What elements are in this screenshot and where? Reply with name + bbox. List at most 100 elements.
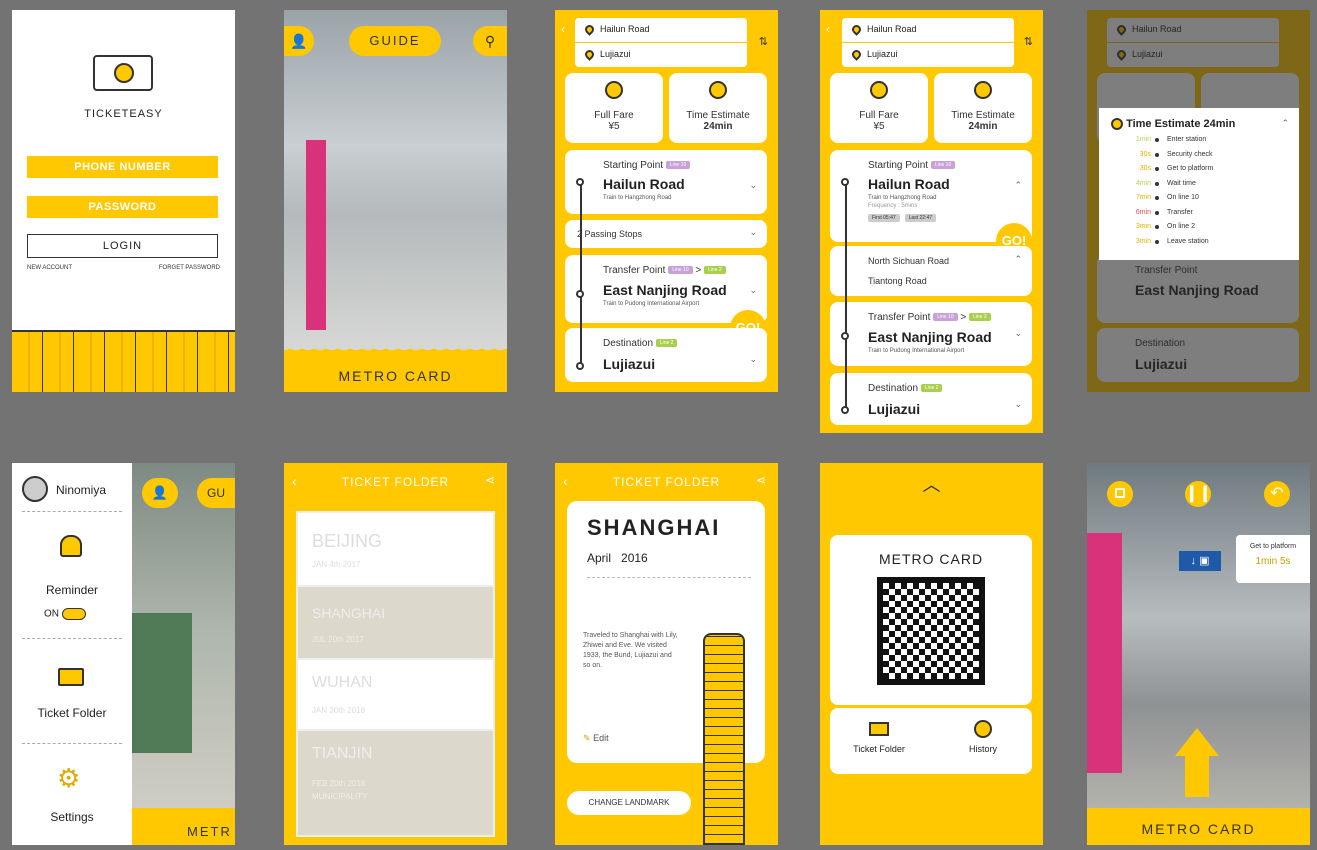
metro-card-screen: ︿ METRO CARD Ticket Folder History [820, 463, 1043, 845]
pin-icon [583, 23, 596, 36]
direction-hint: Get to platform 1min 5s [1236, 535, 1310, 583]
phone-number-field[interactable]: PHONE NUMBER [27, 156, 218, 178]
side-menu: Ninomiya Reminder ON Ticket Folder ⚙ Set… [12, 463, 132, 845]
user-icon: 👤 [290, 33, 308, 49]
ticket-card[interactable]: TIANJIN FEB 20th 2016 MUNICIPALITY [296, 729, 495, 837]
metro-card-footer[interactable]: METR [187, 824, 232, 839]
menu-item-settings[interactable]: Settings [12, 810, 132, 824]
back-icon[interactable]: ‹ [826, 22, 830, 36]
step-label: Wait time [1167, 179, 1196, 187]
pencil-icon: ✎ [583, 733, 591, 743]
metro-card-title: METRO CARD [878, 551, 984, 567]
step-dot [1155, 225, 1159, 229]
platform-sign: ↓ ▣ [1179, 551, 1221, 571]
menu-screen: 👤 GU METR Ninomiya Reminder ON Ticket Fo… [12, 463, 235, 845]
fare-card: Full Fare ¥5 [830, 73, 928, 143]
step-label: Security check [1167, 150, 1213, 158]
username[interactable]: Ninomiya [56, 483, 106, 497]
ticket-folder-button[interactable]: Ticket Folder [844, 722, 914, 754]
forget-password-link[interactable]: FORGET PASSWORD [159, 265, 220, 271]
timeline-step: 7min On line 10 [1111, 194, 1291, 208]
pin-icon [850, 23, 863, 36]
timeline-step: 1min Enter station [1111, 136, 1291, 150]
return-arrow-icon: ↶ [1270, 485, 1284, 502]
new-account-link[interactable]: NEW ACCOUNT [27, 265, 72, 271]
transfer-point-card[interactable]: Transfer Point Line 10 > Line 2 East Nan… [830, 302, 1032, 366]
from-input[interactable]: Hailun Road [842, 18, 1014, 42]
clock-icon [974, 720, 992, 738]
starting-point-card[interactable]: Starting Point Line 10 Hailun Road Train… [565, 150, 767, 214]
yen-coin-icon [870, 81, 888, 99]
passing-stops-card[interactable]: 2 Passing Stops ⌄ [565, 220, 767, 248]
passing-stops-card[interactable]: North Sichuan Road Tiantong Road ⌃ [830, 246, 1032, 296]
share-icon[interactable]: ⋖ [485, 473, 495, 487]
ticket-icon [58, 668, 84, 686]
destination-card[interactable]: Destination Line 2 Lujiazui ⌄ [565, 328, 767, 382]
note-text: Traveled to Shanghai with Lily, Zhiwei a… [583, 632, 678, 669]
swap-icon[interactable]: ⇅ [759, 35, 768, 48]
stopwatch-icon [709, 81, 727, 99]
step-dot [1155, 152, 1159, 157]
password-field[interactable]: PASSWORD [27, 196, 218, 218]
city-title: SHANGHAI [587, 515, 721, 540]
date-text: April 2016 [587, 551, 648, 565]
ticket-logo-icon [93, 55, 153, 91]
time-estimate-card[interactable]: Time Estimate 24min [669, 73, 767, 143]
chevron-up-icon[interactable]: ︿ [820, 471, 1043, 497]
back-icon[interactable]: ‹ [561, 22, 565, 36]
step-duration: 1min [1135, 136, 1151, 143]
swap-icon[interactable]: ⇅ [1024, 35, 1033, 48]
time-estimate-card[interactable]: Time Estimate 24min [934, 73, 1032, 143]
ticket-icon [869, 722, 889, 736]
to-input[interactable]: Lujiazui [575, 43, 747, 67]
to-input[interactable]: Lujiazui [842, 43, 1014, 67]
timeline-step: 4min Wait time [1111, 180, 1291, 194]
step-duration: 30s [1139, 150, 1151, 158]
profile-button[interactable]: 👤 [142, 478, 178, 508]
destination-card[interactable]: Destination Line 2 Lujiazui ⌄ [830, 373, 1032, 425]
history-button[interactable]: History [948, 720, 1018, 754]
avatar[interactable] [22, 476, 48, 502]
step-label: On line 10 [1167, 194, 1199, 201]
metro-card-footer[interactable]: METRO CARD [1087, 821, 1310, 837]
step-duration: 30s [1139, 165, 1151, 172]
step-dot [1155, 138, 1159, 142]
ticket-card[interactable]: BEIJING JAN 4th 2017 [296, 511, 495, 596]
timeline-step: 3min On line 2 [1111, 223, 1291, 237]
stopwatch-icon [1111, 118, 1123, 131]
step-label: Enter station [1167, 136, 1207, 143]
folder-title: TICKET FOLDER [612, 475, 721, 489]
guide-title[interactable]: GUIDE [349, 26, 441, 56]
guide-partial[interactable]: GU [197, 478, 235, 508]
change-landmark-button[interactable]: CHANGE LANDMARK [567, 791, 691, 815]
fare-card: Full Fare ¥5 [565, 73, 663, 143]
gear-icon: ⚙ [57, 763, 81, 793]
collapse-chevron-icon[interactable]: ⌃ [1281, 118, 1289, 129]
step-duration: 6min [1135, 208, 1151, 216]
back-button[interactable]: ↶ [1264, 481, 1290, 507]
toggle-icon [61, 608, 86, 620]
qr-code[interactable] [877, 577, 985, 685]
card-actions: Ticket Folder History [830, 708, 1032, 774]
login-button[interactable]: LOGIN [27, 234, 218, 258]
share-icon[interactable]: ⋖ [756, 473, 766, 487]
menu-item-ticket-folder[interactable]: Ticket Folder [12, 706, 132, 720]
route-expanded-screen: ‹ Hailun Road Lujiazui ⇅ Full Fare ¥5 Ti… [820, 10, 1043, 433]
reminder-toggle[interactable]: ON [44, 608, 86, 620]
ar-navigation-screen: ❙❙ ↶ ↓ ▣ Get to platform 1min 5s METRO C… [1087, 463, 1310, 845]
profile-button[interactable]: 👤 [284, 26, 314, 56]
edit-button[interactable]: ✎ Edit [583, 733, 609, 744]
step-dot [1155, 239, 1159, 244]
route-screen: ‹ Hailun Road Lujiazui ⇅ Full Fare ¥5 Ti… [555, 10, 778, 392]
pause-button[interactable]: ❙❙ [1185, 481, 1212, 507]
stop-button[interactable] [1107, 481, 1133, 507]
metro-card-footer[interactable]: METRO CARD [284, 368, 507, 384]
from-input[interactable]: Hailun Road [575, 18, 747, 42]
search-button[interactable]: ⚲ [473, 26, 507, 56]
pink-pillar [306, 140, 326, 330]
timeline-step: 6min Transfer [1111, 209, 1291, 223]
stop-icon [1115, 488, 1125, 498]
ticket-folder-screen: ‹ TICKET FOLDER ⋖ BEIJING JAN 4th 2017 S… [284, 463, 507, 845]
pink-pillar [1087, 533, 1122, 773]
step-dot [1155, 181, 1159, 186]
